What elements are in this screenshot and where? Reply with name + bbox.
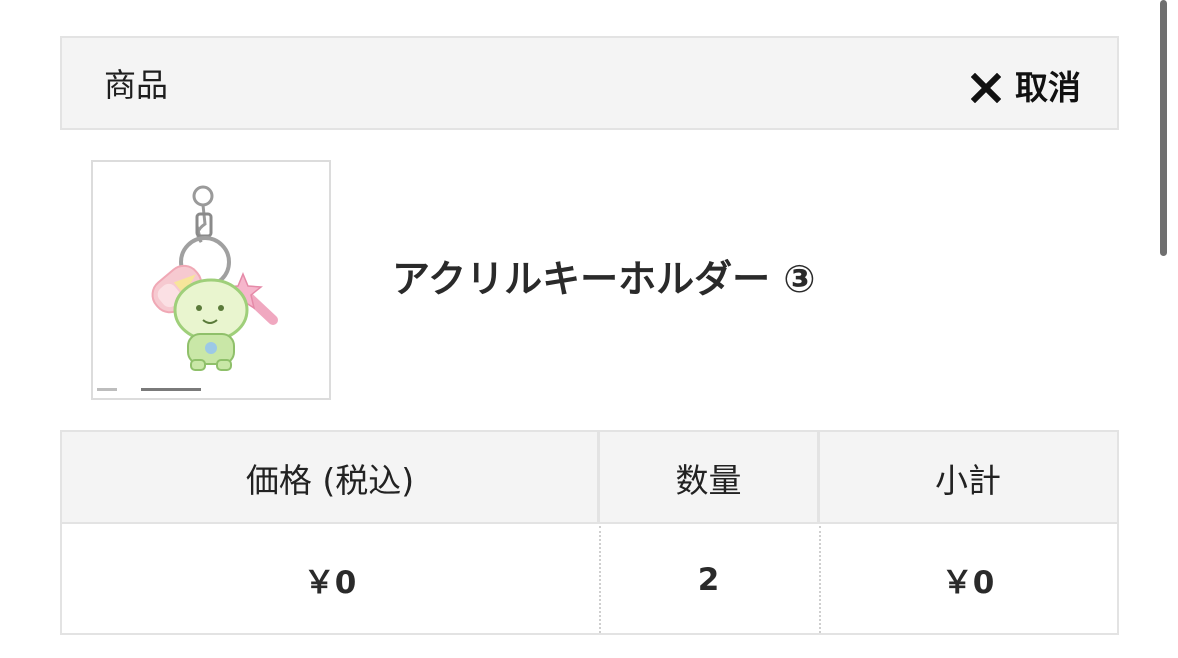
price-value: ￥0 [303, 565, 357, 601]
product-header: 商品 取消 [60, 36, 1119, 130]
subtotal-value: ￥0 [941, 565, 995, 601]
quantity-value: 2 [697, 561, 720, 598]
order-table: 価格 (税込) 数量 小計 ￥0 2 ￥0 [60, 430, 1119, 635]
cancel-label: 取消 [1015, 68, 1081, 107]
product-name[interactable]: アクリルキーホルダー ③ [392, 256, 816, 302]
x-icon [971, 73, 1001, 103]
cancel-button[interactable]: 取消 [971, 68, 1081, 108]
column-divider [817, 432, 820, 524]
header-quantity: 数量 [675, 461, 742, 500]
header-title: 商品 [104, 66, 169, 104]
product-thumbnail[interactable] [91, 160, 331, 400]
keychain-image [97, 185, 278, 391]
column-divider [597, 432, 600, 524]
scrollbar[interactable] [1158, 0, 1178, 658]
header-price: 価格 (税込) [245, 461, 415, 500]
header-subtotal: 小計 [935, 461, 1001, 500]
cart-item-page: 商品 取消 アクリルキーホルダー ③ 価格 (税込) 数量 小計 ￥0 2 ￥0 [0, 0, 1178, 658]
scrollbar-thumb[interactable] [1160, 0, 1167, 256]
